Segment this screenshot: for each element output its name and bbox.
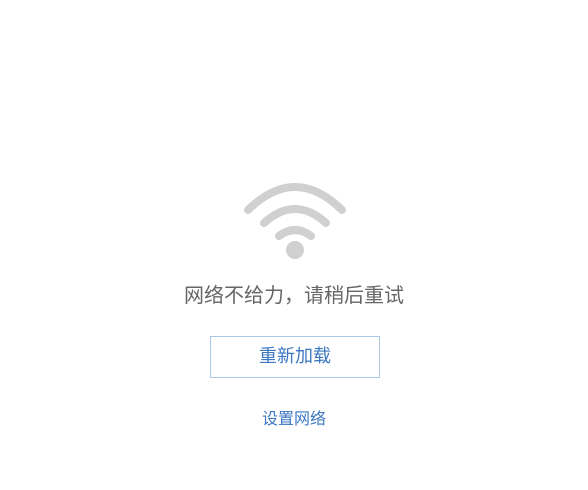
wifi-dot (286, 241, 304, 259)
network-error-page: 网络不给力，请稍后重试 重新加载 设置网络 (0, 0, 588, 490)
wifi-icon (244, 183, 346, 259)
wifi-middle-arc (260, 205, 330, 227)
error-message: 网络不给力，请稍后重试 (184, 283, 404, 307)
settings-link-row: 设置网络 (0, 408, 588, 430)
network-settings-link[interactable]: 设置网络 (262, 409, 326, 428)
reload-button[interactable]: 重新加载 (210, 336, 380, 378)
wifi-inner-arc (275, 226, 315, 240)
